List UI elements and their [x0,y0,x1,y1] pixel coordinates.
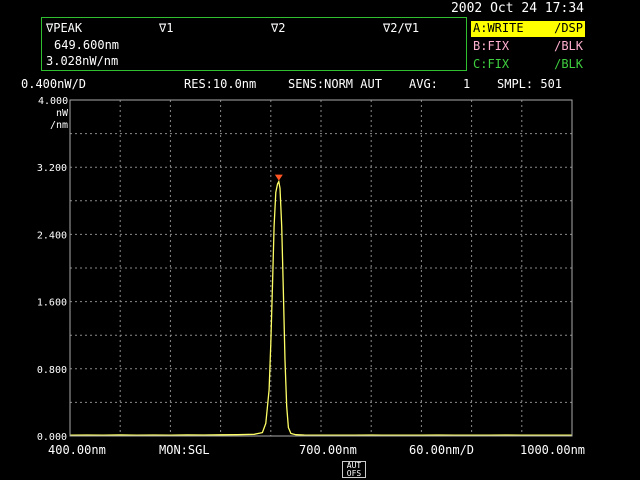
y-tick-label: 2.400 [37,230,67,241]
spectrum-chart: 0.000 0.800 1.600 2.400 3.200 [37,99,573,443]
y-tick-label: 0.800 [37,365,67,376]
stop-wavelength: 1000.00nm [520,443,586,457]
monitor-mode: MON:SGL [159,443,210,457]
y-tick-label: 1.600 [37,298,67,309]
auto-offset-button[interactable]: AUT OFS [342,461,366,478]
center-wavelength: 700.00nm [299,443,357,457]
grid [70,100,572,436]
start-wavelength: 400.00nm [48,443,106,457]
spectrum-trace [69,179,572,436]
peak-marker [274,174,283,181]
ofs-label: OFS [346,469,362,478]
y-tick-label: 3.200 [37,163,67,174]
span-per-division: 60.00nm/D [409,443,475,457]
y-tick-labels: 0.000 0.800 1.600 2.400 3.200 [37,163,67,443]
y-tick-label: 0.000 [37,432,67,443]
